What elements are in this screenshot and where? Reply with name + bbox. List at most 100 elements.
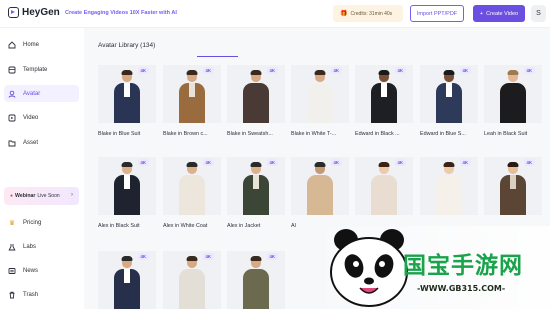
sidebar-item-label: Asset: [23, 139, 39, 146]
avatar-name: Blake in Blue Suit: [98, 131, 141, 137]
quality-badge: 4K: [330, 159, 342, 166]
avatar-card[interactable]: 4K Alex in Black Suit: [98, 157, 156, 229]
chevron-right-icon: ›: [71, 192, 73, 198]
sidebar-item-label: Video: [23, 114, 39, 121]
avatar-hair: [507, 162, 519, 167]
trash-icon: [8, 291, 16, 299]
avatar-thumbnail[interactable]: 4K: [163, 157, 221, 215]
avatar-thumbnail[interactable]: 4K: [291, 157, 349, 215]
webinar-banner[interactable]: ● Webinar Live Soon ›: [4, 187, 79, 205]
quality-badge: 4K: [266, 67, 278, 74]
avatar-thumbnail[interactable]: 4K: [291, 65, 349, 123]
avatar-card[interactable]: 4K Blake in Sweatsh...: [227, 65, 285, 137]
avatar-thumbnail[interactable]: 4K: [420, 65, 478, 123]
avatar-thumbnail[interactable]: 4K: [355, 65, 413, 123]
quality-badge: 4K: [202, 159, 214, 166]
avatar-thumbnail[interactable]: 4K: [484, 65, 542, 123]
quality-badge: 4K: [394, 159, 406, 166]
avatar-card[interactable]: 4K Blake in White T-...: [291, 65, 349, 137]
avatar-hair: [121, 162, 133, 167]
avatar-shirt: [510, 83, 516, 97]
avatar-card[interactable]: 4K Al: [291, 157, 349, 229]
avatar-shirt: [381, 175, 387, 189]
quality-badge: 4K: [394, 67, 406, 74]
avatar-card[interactable]: 4K Alex in Jacket: [227, 157, 285, 229]
avatar-card[interactable]: 4K: [98, 251, 156, 309]
avatar-shirt: [189, 83, 195, 97]
sidebar-item-label: Home: [23, 41, 40, 48]
logo-text: HeyGen: [22, 7, 60, 18]
panda-logo: [326, 226, 412, 309]
avatar-thumbnail[interactable]: 4K: [420, 157, 478, 215]
avatar-shirt: [253, 175, 259, 189]
sidebar-item-asset[interactable]: Asset: [4, 134, 79, 151]
labs-icon: [8, 243, 16, 251]
avatar-thumbnail[interactable]: 4K: [227, 251, 285, 309]
avatar-hair: [250, 70, 262, 75]
avatar-thumbnail[interactable]: 4K: [98, 157, 156, 215]
webinar-dot-icon: ●: [10, 193, 14, 199]
user-avatar[interactable]: S: [531, 5, 546, 22]
avatar-thumbnail[interactable]: 4K: [355, 157, 413, 215]
avatar-hair: [378, 70, 390, 75]
quality-badge: 4K: [202, 67, 214, 74]
create-video-button[interactable]: + Create Video: [473, 5, 525, 22]
avatar-card[interactable]: 4K: [484, 157, 542, 223]
avatar-name: Leah in Black Suit: [484, 131, 528, 137]
sidebar-item-template[interactable]: Template: [4, 61, 79, 78]
avatar-name: Edward in Black ...: [355, 131, 400, 137]
avatar-thumbnail[interactable]: 4K: [227, 65, 285, 123]
asset-icon: [8, 139, 16, 147]
avatar-shirt: [510, 175, 516, 189]
logo-icon: [8, 7, 19, 18]
home-icon: [8, 40, 16, 49]
watermark-url: -WWW.GB315.COM-: [417, 284, 506, 293]
plus-icon: +: [479, 10, 484, 17]
avatar-card[interactable]: 4K: [420, 157, 478, 223]
logo[interactable]: HeyGen: [8, 7, 60, 18]
avatar-hair: [314, 70, 326, 75]
avatar-shirt: [317, 83, 323, 97]
avatar-thumbnail[interactable]: 4K: [163, 251, 221, 309]
avatar-card[interactable]: 4K Alex in White Coat: [163, 157, 221, 229]
sidebar-item-labs[interactable]: Labs: [4, 238, 79, 255]
avatar-thumbnail[interactable]: 4K: [484, 157, 542, 215]
sidebar-item-video[interactable]: Video: [4, 109, 79, 126]
avatar-card[interactable]: 4K Edward in Blue S...: [420, 65, 478, 137]
avatar-name: Alex in Black Suit: [98, 223, 140, 229]
avatar-library-title: Avatar Library (134): [98, 42, 156, 49]
avatar-card[interactable]: 4K Leah in Black Suit: [484, 65, 542, 137]
avatar-card[interactable]: 4K: [355, 157, 413, 223]
avatar-thumbnail[interactable]: 4K: [98, 65, 156, 123]
credits-badge[interactable]: 🎁 Credits: 31min 40s: [333, 5, 403, 22]
import-ppt-button[interactable]: Import PPT/PDF: [410, 5, 464, 22]
avatar-card[interactable]: 4K Blake in Brown c...: [163, 65, 221, 137]
avatar-hair: [443, 162, 455, 167]
sidebar-item-label: Pricing: [23, 219, 42, 226]
sidebar-item-label: Avatar: [23, 90, 41, 97]
sidebar-item-pricing[interactable]: ♛ Pricing: [4, 214, 79, 231]
sidebar-item-home[interactable]: Home: [4, 36, 79, 53]
avatar-hair: [250, 162, 262, 167]
avatar-shirt: [317, 175, 323, 189]
avatar-card[interactable]: 4K Edward in Black ...: [355, 65, 413, 137]
avatar-card[interactable]: 4K: [163, 251, 221, 309]
avatar-hair: [186, 70, 198, 75]
avatar-hair: [378, 162, 390, 167]
avatar-thumbnail[interactable]: 4K: [227, 157, 285, 215]
quality-badge: 4K: [266, 253, 278, 260]
avatar-thumbnail[interactable]: 4K: [98, 251, 156, 309]
quality-badge: 4K: [266, 159, 278, 166]
avatar-hair: [507, 70, 519, 75]
quality-badge: 4K: [137, 159, 149, 166]
sidebar-item-avatar[interactable]: Avatar: [4, 85, 79, 102]
avatar-card[interactable]: 4K: [227, 251, 285, 309]
avatar-name: Blake in White T-...: [291, 131, 337, 137]
gift-icon: 🎁: [340, 11, 348, 17]
sidebar-item-trash[interactable]: Trash: [4, 286, 79, 303]
sidebar: Home Template Avatar Video Asset ● Webin…: [0, 28, 84, 309]
sidebar-item-news[interactable]: News: [4, 262, 79, 279]
avatar-thumbnail[interactable]: 4K: [163, 65, 221, 123]
avatar-card[interactable]: 4K Blake in Blue Suit: [98, 65, 156, 137]
quality-badge: 4K: [459, 67, 471, 74]
